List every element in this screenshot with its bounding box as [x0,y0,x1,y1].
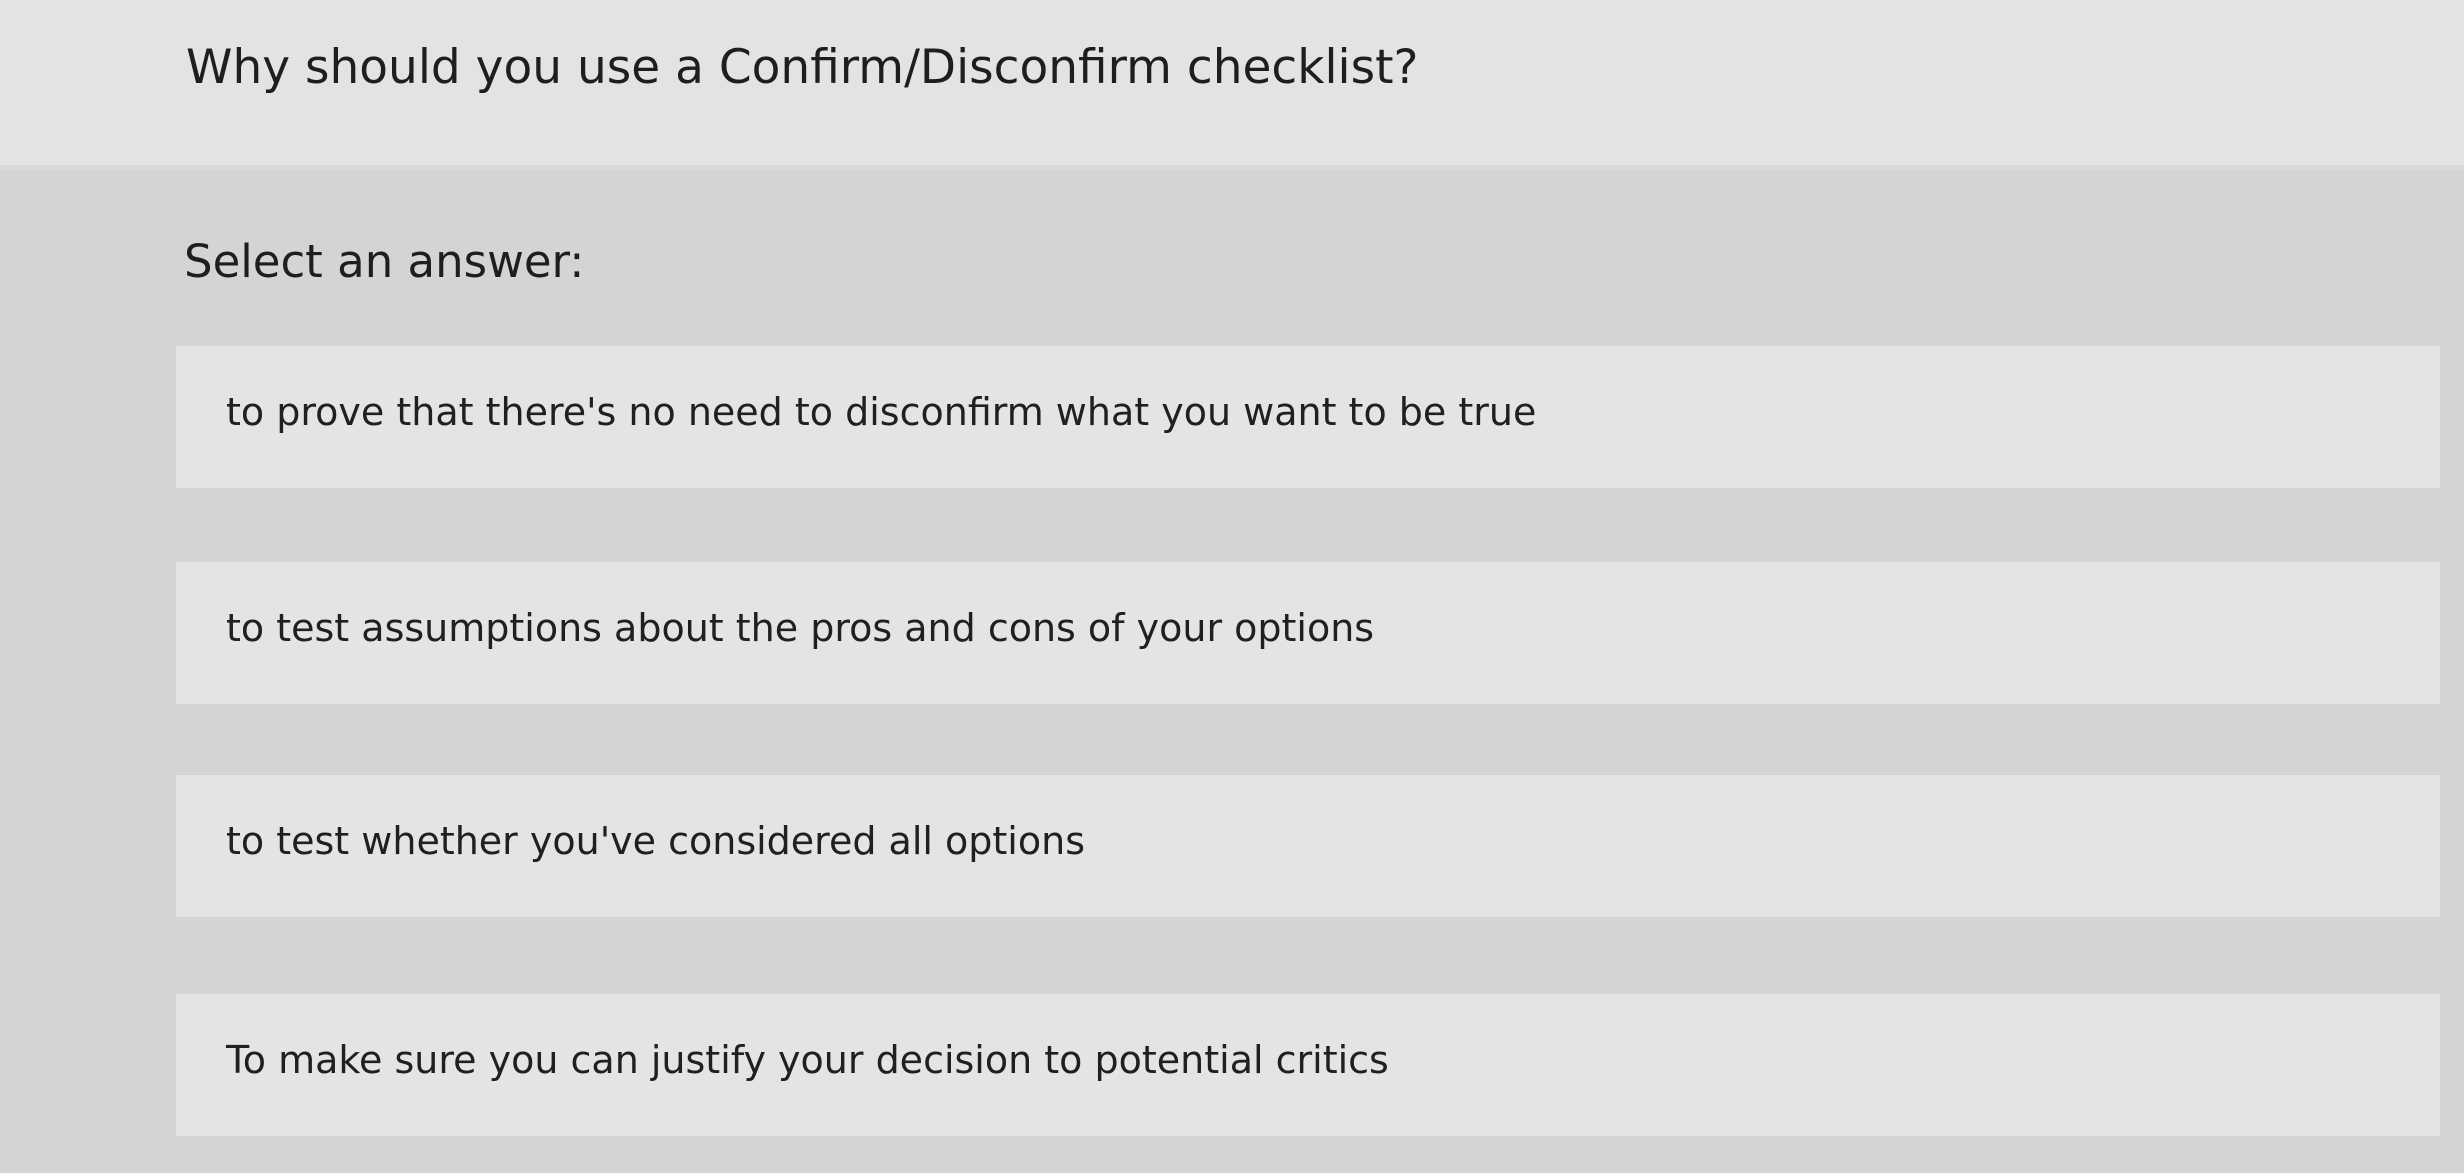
answer-option-2[interactable]: to test assumptions about the pros and c… [176,562,2440,704]
answer-option-label: to prove that there's no need to disconf… [226,390,1537,434]
question-text: Why should you use a Confirm/Disconfirm … [186,40,1419,95]
select-answer-prompt: Select an answer: [184,235,585,288]
answer-option-label: To make sure you can justify your decisi… [226,1038,1389,1082]
answer-option-4[interactable]: To make sure you can justify your decisi… [176,994,2440,1136]
question-area: Why should you use a Confirm/Disconfirm … [0,0,2464,165]
answer-option-1[interactable]: to prove that there's no need to disconf… [176,346,2440,488]
answer-option-3[interactable]: to test whether you've considered all op… [176,775,2440,917]
answer-option-label: to test whether you've considered all op… [226,819,1085,863]
answer-option-label: to test assumptions about the pros and c… [226,606,1375,650]
